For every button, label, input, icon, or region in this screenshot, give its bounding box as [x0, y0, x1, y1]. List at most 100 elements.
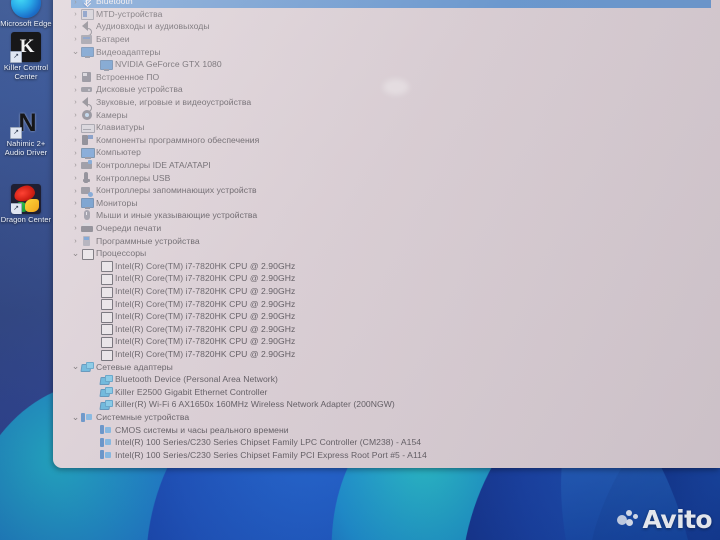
chevron-right-icon[interactable]: ›: [71, 124, 80, 132]
device-tree-node[interactable]: ⌄ Системные устройства: [71, 411, 711, 424]
device-tree-node-label: Процессоры: [96, 248, 147, 259]
desktop-icon-microsoft-edge[interactable]: Microsoft Edge: [0, 0, 52, 29]
device-tree-node-label: Контроллеры USB: [96, 172, 171, 183]
chevron-right-icon[interactable]: ›: [71, 35, 80, 43]
desktop-icon-dragon-center[interactable]: Dragon Center: [0, 184, 52, 225]
device-tree-node-label: Программные устройства: [96, 235, 200, 246]
chevron-right-icon[interactable]: ›: [71, 212, 80, 220]
storage-controller-icon: [80, 185, 93, 197]
device-tree-node[interactable]: Bluetooth Device (Personal Area Network): [90, 373, 711, 386]
device-tree-node[interactable]: › Аудиовходы и аудиовыходы: [71, 20, 711, 37]
device-tree-node[interactable]: › Компьютер: [71, 146, 711, 159]
system-device-icon: [99, 424, 112, 435]
usb-icon: [80, 172, 93, 184]
chevron-right-icon[interactable]: ›: [71, 149, 80, 157]
device-tree-node[interactable]: ⌄ Видеоадаптеры: [71, 45, 711, 59]
shortcut-badge-icon: [10, 127, 22, 139]
device-tree-node[interactable]: › Очереди печати: [71, 222, 711, 235]
device-tree-node[interactable]: › Мониторы: [71, 197, 711, 210]
chevron-right-icon[interactable]: ›: [71, 199, 80, 207]
killer-icon: K: [10, 32, 41, 63]
device-tree-node[interactable]: Intel(R) Core(TM) i7-7820HK CPU @ 2.90GH…: [90, 348, 711, 361]
device-tree-node-label: Контроллеры IDE ATA/ATAPI: [96, 160, 211, 171]
chevron-right-icon[interactable]: ›: [71, 10, 80, 18]
device-tree-node-label: Контроллеры запоминающих устройств: [96, 185, 257, 196]
device-tree-node-label: Встроенное ПО: [96, 71, 160, 82]
device-tree-node[interactable]: Killer E2500 Gigabit Ethernet Controller: [90, 386, 711, 399]
device-tree-node-label: Intel(R) Core(TM) i7-7820HK CPU @ 2.90GH…: [115, 323, 296, 334]
chevron-right-icon[interactable]: ›: [71, 187, 80, 195]
system-device-icon: [80, 412, 93, 423]
device-tree-node[interactable]: CMOS системы и часы реального времени: [90, 423, 711, 436]
desktop-icon-nahimic-audio-driver[interactable]: N Nahimic 2+ Audio Driver: [0, 108, 52, 157]
firmware-icon: [80, 71, 93, 82]
device-tree-node[interactable]: Intel(R) Core(TM) i7-7820HK CPU @ 2.90GH…: [90, 297, 711, 311]
device-tree-node[interactable]: Intel(R) Core(TM) i7-7820HK CPU @ 2.90GH…: [90, 323, 711, 336]
chevron-right-icon[interactable]: ›: [71, 174, 80, 182]
nahimic-icon: N: [10, 108, 41, 139]
chevron-down-icon[interactable]: ⌄: [71, 47, 80, 56]
device-tree-node[interactable]: ⌄ Процессоры: [71, 247, 711, 260]
device-tree-node[interactable]: › Дисковые устройства: [71, 83, 711, 96]
chevron-down-icon[interactable]: ⌄: [71, 362, 80, 371]
device-tree-node[interactable]: Intel(R) Core(TM) i7-7820HK CPU @ 2.90GH…: [90, 260, 711, 273]
display-adapter-icon: [99, 59, 113, 71]
device-tree-node[interactable]: Intel(R) Core(TM) i7-7820HK CPU @ 2.90GH…: [90, 272, 711, 285]
device-tree-node[interactable]: Intel(R) 100 Series/C230 Series Chipset …: [90, 449, 711, 462]
device-tree-node[interactable]: Killer(R) Wi-Fi 6 AX1650x 160MHz Wireles…: [90, 398, 711, 411]
network-adapter-icon: [99, 386, 113, 397]
device-tree-node[interactable]: Intel(R) 100 Series/C230 Series Chipset …: [90, 436, 711, 449]
device-tree-node[interactable]: › Встроенное ПО: [71, 71, 711, 84]
device-tree-node-label: Intel(R) Core(TM) i7-7820HK CPU @ 2.90GH…: [115, 349, 296, 360]
device-tree-node[interactable]: › Контроллеры USB: [71, 171, 711, 184]
chevron-right-icon[interactable]: ›: [71, 111, 80, 119]
chevron-down-icon[interactable]: ⌄: [71, 412, 80, 422]
device-tree-node-label: Звуковые, игровые и видеоустройства: [96, 97, 252, 108]
device-tree-node[interactable]: › Мыши и иные указывающие устройства: [71, 209, 711, 222]
speaker-icon: [80, 21, 93, 37]
device-tree-node[interactable]: › Контроллеры запоминающих устройств: [71, 184, 711, 197]
device-tree-node[interactable]: Intel(R) Core(TM) i7-7820HK CPU @ 2.90GH…: [90, 335, 711, 348]
device-tree-node[interactable]: NVIDIA GeForce GTX 1080: [90, 58, 711, 71]
chevron-right-icon[interactable]: ›: [71, 73, 80, 81]
device-tree-node-label: Intel(R) Core(TM) i7-7820HK CPU @ 2.90GH…: [115, 311, 296, 322]
chevron-right-icon[interactable]: ›: [71, 136, 80, 144]
device-tree-node-label: Intel(R) Core(TM) i7-7820HK CPU @ 2.90GH…: [115, 273, 296, 284]
device-tree-node[interactable]: › Компоненты программного обеспечения: [71, 134, 711, 147]
chevron-right-icon[interactable]: ›: [71, 161, 80, 169]
device-tree-node[interactable]: › Звуковые, игровые и видеоустройства: [71, 96, 711, 113]
device-tree-node[interactable]: › Клавиатуры: [71, 121, 711, 134]
chevron-right-icon[interactable]: ›: [71, 224, 80, 232]
device-tree-node-label: Intel(R) Core(TM) i7-7820HK CPU @ 2.90GH…: [115, 298, 296, 309]
chevron-down-icon[interactable]: ⌄: [71, 248, 80, 258]
bluetooth-icon: [80, 0, 93, 7]
battery-icon: [80, 34, 93, 45]
device-tree-node[interactable]: Intel(R) Core(TM) i7-7820HK CPU @ 2.90GH…: [90, 285, 711, 298]
device-tree-node[interactable]: Intel(R) Core(TM) i7-7820HK CPU @ 2.90GH…: [90, 310, 711, 323]
device-tree[interactable]: › Bluetooth › MTD-устройства › Аудиовходы и а…: [53, 0, 720, 468]
device-tree-node[interactable]: › Батареи: [71, 33, 711, 46]
device-tree-node-label: Bluetooth Device (Personal Area Network): [115, 374, 278, 385]
chevron-right-icon[interactable]: ›: [71, 23, 80, 31]
device-tree-node[interactable]: › Камеры: [71, 108, 711, 121]
device-tree-node-label: Killer(R) Wi-Fi 6 AX1650x 160MHz Wireles…: [115, 399, 395, 410]
desktop-icon-label: Microsoft Edge: [0, 19, 52, 28]
device-tree-node[interactable]: › Программные устройства: [71, 234, 711, 247]
device-tree-node-label: Клавиатуры: [96, 122, 145, 133]
chevron-right-icon[interactable]: ›: [71, 98, 80, 106]
display-adapter-icon: [80, 46, 94, 59]
avito-wordmark: Avito: [642, 505, 713, 534]
edge-icon: [11, 0, 41, 18]
device-manager-window[interactable]: › Bluetooth › MTD-устройства › Аудиовходы и а…: [53, 0, 720, 468]
chevron-right-icon[interactable]: ›: [71, 237, 80, 245]
processor-icon: [99, 349, 113, 361]
desktop-icon-killer-control-center[interactable]: K Killer Control Center: [0, 32, 52, 81]
device-tree-node[interactable]: › Контроллеры IDE ATA/ATAPI: [71, 159, 711, 172]
chevron-right-icon[interactable]: ›: [71, 86, 80, 94]
chevron-right-icon[interactable]: ›: [71, 0, 80, 5]
device-tree-node[interactable]: ⌄ Сетевые адаптеры: [71, 360, 711, 373]
device-tree-node[interactable]: › Bluetooth: [71, 0, 711, 8]
desktop-icon-label: Killer Control Center: [3, 63, 49, 81]
device-tree-node[interactable]: › MTD-устройства: [71, 8, 711, 21]
device-tree-node-label: Батареи: [96, 34, 130, 45]
